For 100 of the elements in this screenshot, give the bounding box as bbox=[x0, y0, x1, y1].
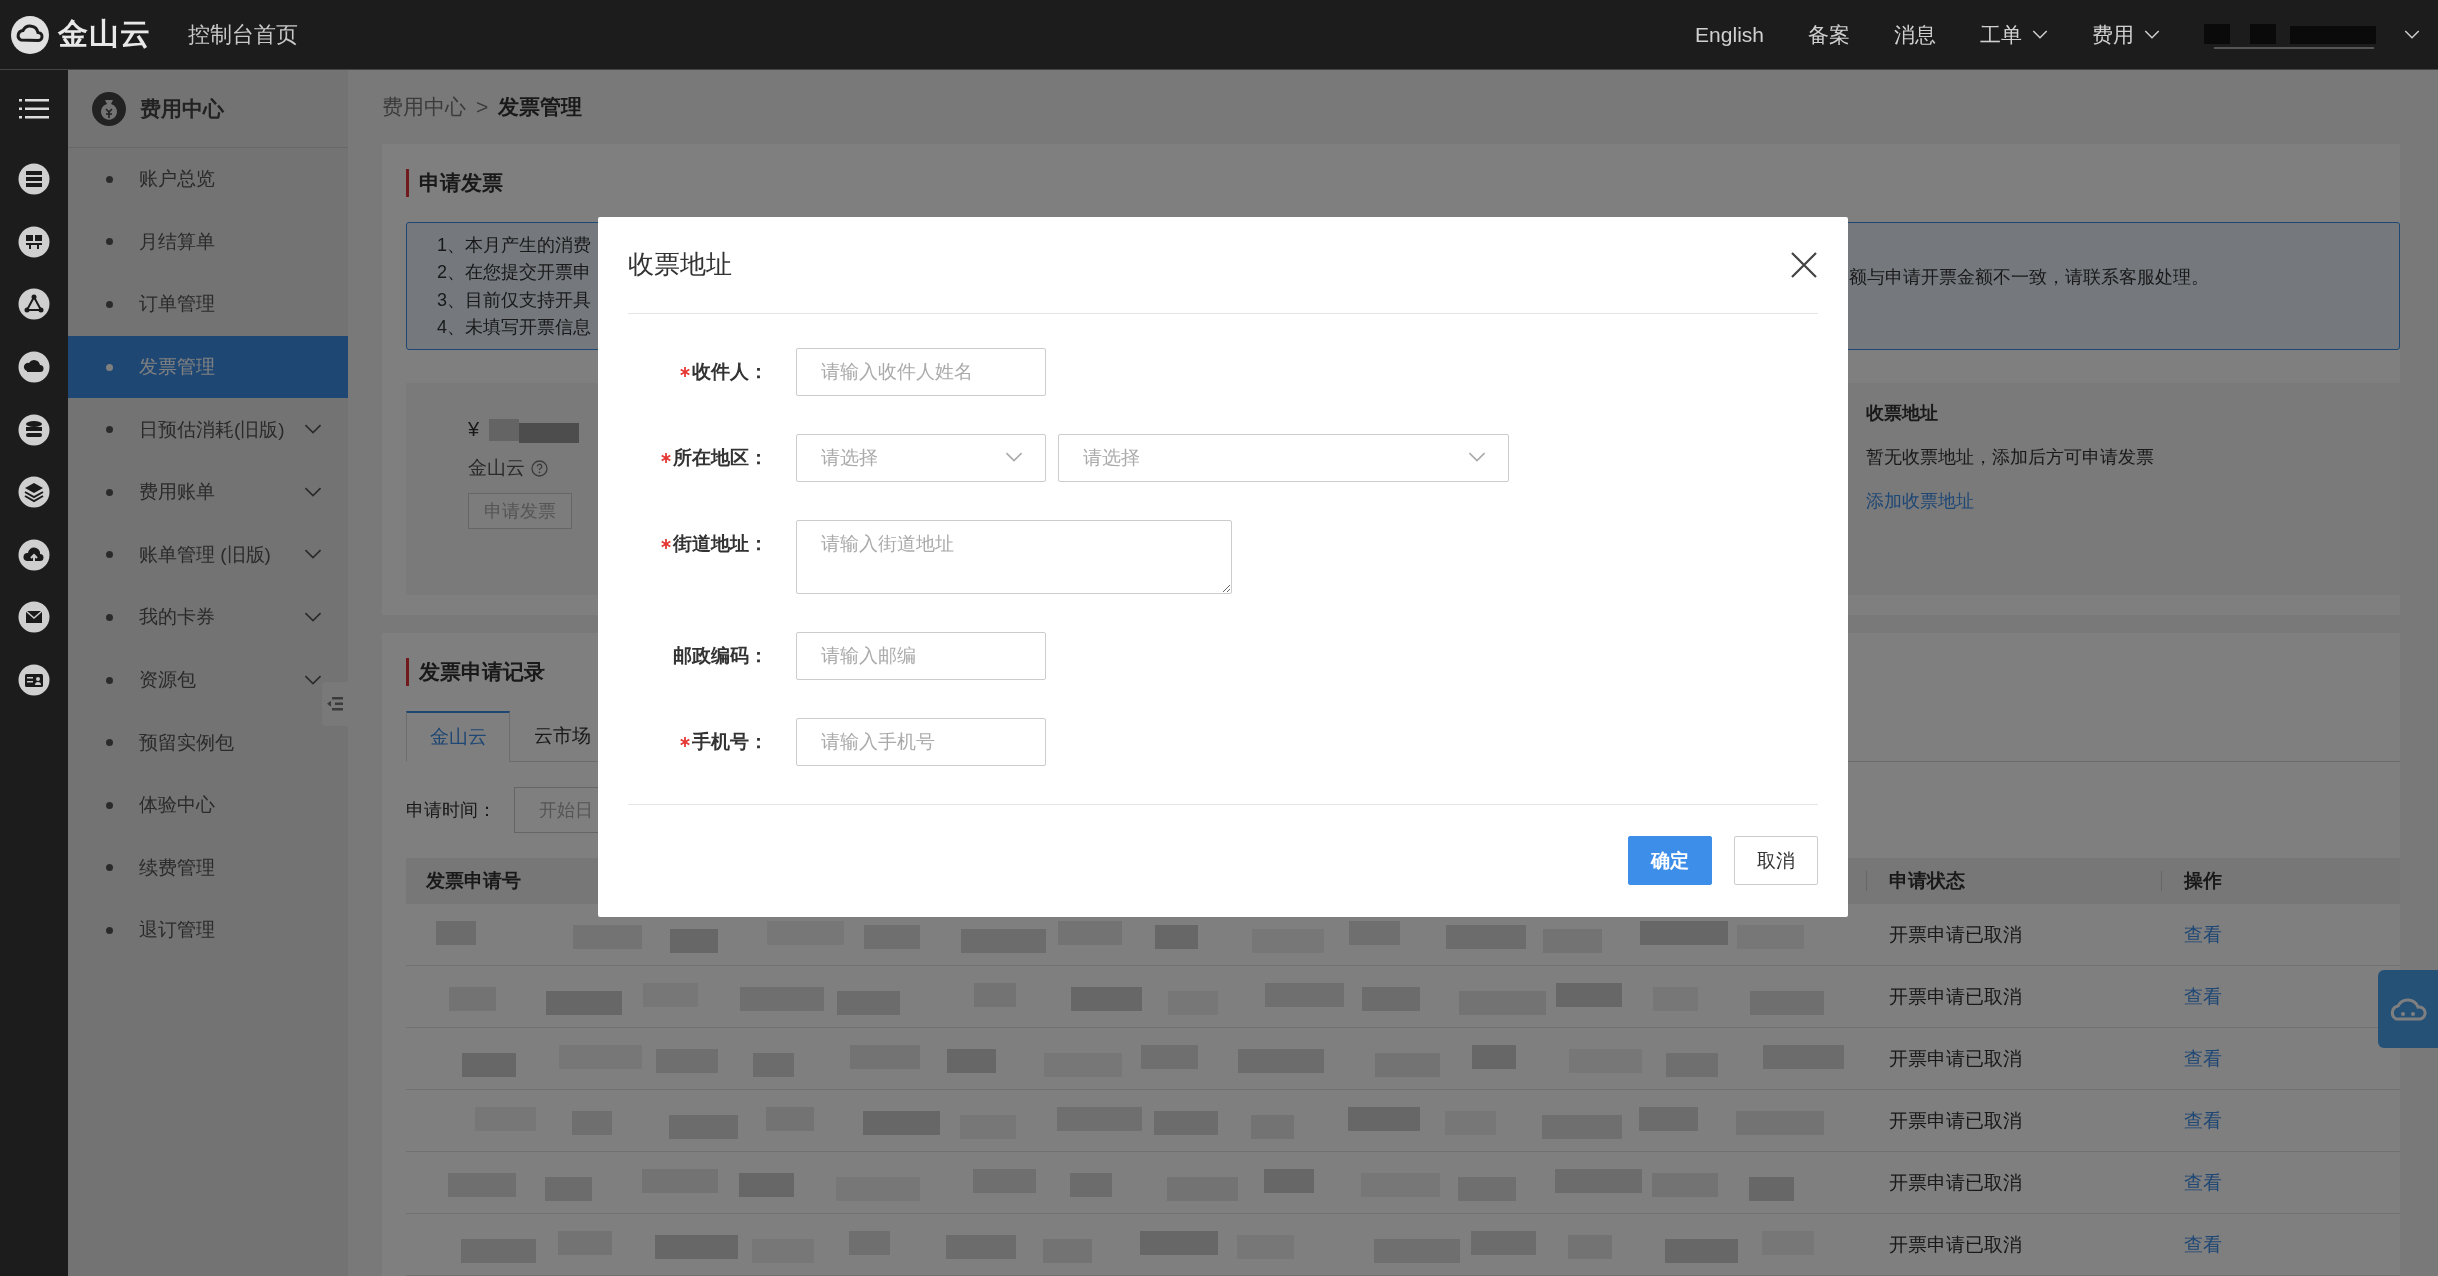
view-link[interactable]: 查看 bbox=[2161, 1169, 2222, 1196]
sidebar-item[interactable]: 月结算单 bbox=[68, 210, 322, 274]
id-card-icon[interactable] bbox=[18, 664, 50, 697]
input-field[interactable]: 请输入邮编 bbox=[796, 631, 1046, 680]
menu-icon[interactable] bbox=[19, 98, 49, 120]
view-link[interactable]: 查看 bbox=[2161, 1045, 2222, 1072]
field-label: 收件人： bbox=[692, 359, 768, 384]
chevron-down-icon bbox=[304, 674, 322, 686]
view-link[interactable]: 查看 bbox=[2161, 983, 2222, 1010]
notice-line: 3、目前仅支持开具 bbox=[437, 288, 591, 312]
dialog-title: 收票地址 bbox=[628, 248, 732, 282]
empty-address-text: 暂无收票地址，添加后方可申请发票 bbox=[1866, 446, 2155, 470]
bullet-icon bbox=[106, 363, 113, 371]
sidebar-item[interactable]: 我的卡券 bbox=[68, 586, 322, 649]
breadcrumb-separator: > bbox=[476, 95, 489, 119]
bullet-icon bbox=[106, 801, 113, 809]
bullet-icon bbox=[106, 301, 113, 308]
sidebar-item[interactable]: 续费管理 bbox=[68, 836, 322, 900]
sidebar-title: 费用中心 bbox=[140, 95, 224, 122]
filter-label: 申请时间： bbox=[406, 799, 496, 822]
notice-line: 1、本月产生的消费 bbox=[437, 234, 591, 258]
chevron-down-icon bbox=[304, 612, 322, 623]
sidebar-item[interactable]: 体验中心 bbox=[68, 773, 322, 837]
cloud-upload-icon[interactable] bbox=[18, 538, 50, 571]
input-field[interactable]: 请输入收件人姓名 bbox=[796, 347, 1046, 396]
select-field[interactable]: 请选择 bbox=[1058, 433, 1509, 482]
nav-menu-label: 费用 bbox=[2092, 21, 2134, 48]
field-label: 街道地址： bbox=[673, 531, 768, 556]
bullet-icon bbox=[106, 551, 113, 559]
nav-menu-label: 工单 bbox=[1980, 21, 2022, 48]
cloud-logo-icon bbox=[10, 14, 50, 55]
nav-menu[interactable]: 费用 bbox=[2092, 20, 2160, 49]
column-header: 发票申请号 bbox=[426, 869, 521, 893]
section-title: 申请发票 bbox=[406, 169, 503, 198]
console-home-link[interactable]: 控制台首页 bbox=[188, 19, 298, 50]
sidebar-item[interactable]: 账户总览 bbox=[68, 148, 322, 211]
add-address-link[interactable]: 添加收票地址 bbox=[1866, 489, 2400, 514]
chevron-down-icon bbox=[2404, 29, 2420, 40]
section-title: 发票申请记录 bbox=[406, 658, 545, 686]
bullet-icon bbox=[106, 613, 113, 621]
field-label: 所在地区： bbox=[673, 445, 768, 470]
field-label: 邮政编码： bbox=[673, 643, 768, 668]
field-label: 手机号： bbox=[692, 729, 768, 754]
sidebar-item[interactable]: 日预估消耗(旧版) bbox=[68, 398, 322, 461]
status-cell-text: 开票申请已取消 bbox=[1888, 1046, 2023, 1071]
chevron-down-icon bbox=[304, 549, 322, 561]
tab[interactable]: 云市场 bbox=[510, 711, 614, 761]
nav-link[interactable]: 备案 bbox=[1808, 20, 1850, 49]
currency-symbol: ¥ bbox=[468, 417, 480, 441]
nodes-icon[interactable] bbox=[18, 288, 50, 321]
view-link[interactable]: 查看 bbox=[2161, 1107, 2222, 1134]
chevron-down-icon bbox=[2032, 29, 2048, 40]
view-link[interactable]: 查看 bbox=[2161, 921, 2222, 948]
address-title: 收票地址 bbox=[1866, 402, 1939, 426]
cloud-icon[interactable] bbox=[18, 351, 50, 384]
sidebar-item[interactable]: 资源包 bbox=[68, 648, 322, 712]
chevron-down-icon bbox=[304, 486, 322, 498]
layers-icon[interactable] bbox=[18, 476, 50, 509]
status-cell-text: 开票申请已取消 bbox=[1888, 1232, 2023, 1257]
chevron-down-icon bbox=[2144, 29, 2160, 40]
cancel-button[interactable]: 取消 bbox=[1734, 836, 1818, 886]
select-field[interactable]: 请选择 bbox=[796, 433, 1046, 482]
bullet-icon bbox=[106, 926, 113, 934]
bullet-icon bbox=[106, 488, 113, 496]
input-field[interactable]: 请输入街道地址 bbox=[796, 519, 1232, 594]
sidebar-item[interactable]: 发票管理 bbox=[68, 335, 348, 399]
bullet-icon bbox=[106, 739, 113, 747]
account-label: 金山云 bbox=[468, 456, 525, 481]
nav-link[interactable]: English bbox=[1695, 22, 1764, 47]
notice-text: 额与申请开票金额不一致，请联系客服处理。 bbox=[1849, 267, 2209, 288]
collapse-icon bbox=[327, 696, 343, 712]
breadcrumb-link[interactable]: 费用中心 bbox=[382, 93, 466, 121]
close-icon[interactable] bbox=[1790, 250, 1818, 279]
sidebar-item[interactable]: 退订管理 bbox=[68, 899, 322, 962]
sidebar-item[interactable]: 账单管理 (旧版) bbox=[68, 523, 322, 587]
status-cell-text: 开票申请已取消 bbox=[1888, 922, 2023, 947]
money-bag-icon bbox=[92, 91, 126, 126]
database-icon[interactable] bbox=[18, 413, 50, 446]
status-cell-text: 开票申请已取消 bbox=[1888, 1170, 2023, 1195]
sidebar-item[interactable]: 费用账单 bbox=[68, 460, 322, 524]
mail-icon[interactable] bbox=[18, 601, 50, 634]
collapse-handle[interactable] bbox=[322, 682, 348, 726]
bullet-icon bbox=[106, 676, 113, 684]
bullet-icon bbox=[106, 864, 113, 872]
confirm-button[interactable]: 确定 bbox=[1628, 836, 1712, 886]
input-field[interactable]: 请输入手机号 bbox=[796, 717, 1046, 766]
help-icon[interactable] bbox=[531, 459, 548, 477]
nav-link[interactable]: 消息 bbox=[1894, 20, 1936, 49]
column-header: 操作 bbox=[2161, 871, 2222, 891]
sidebar-item[interactable]: 订单管理 bbox=[68, 273, 322, 336]
network-icon[interactable] bbox=[18, 225, 50, 258]
breadcrumb-current: 发票管理 bbox=[498, 94, 583, 120]
logo-text[interactable]: 金山云 bbox=[58, 14, 151, 55]
nav-menu[interactable]: 工单 bbox=[1980, 20, 2048, 49]
server-icon[interactable] bbox=[18, 163, 50, 196]
chevron-down-icon bbox=[1468, 452, 1486, 463]
column-header: 申请状态 bbox=[1866, 871, 2161, 891]
tab[interactable]: 金山云 bbox=[406, 711, 510, 762]
sidebar-item[interactable]: 预留实例包 bbox=[68, 711, 322, 774]
view-link[interactable]: 查看 bbox=[2161, 1231, 2222, 1258]
